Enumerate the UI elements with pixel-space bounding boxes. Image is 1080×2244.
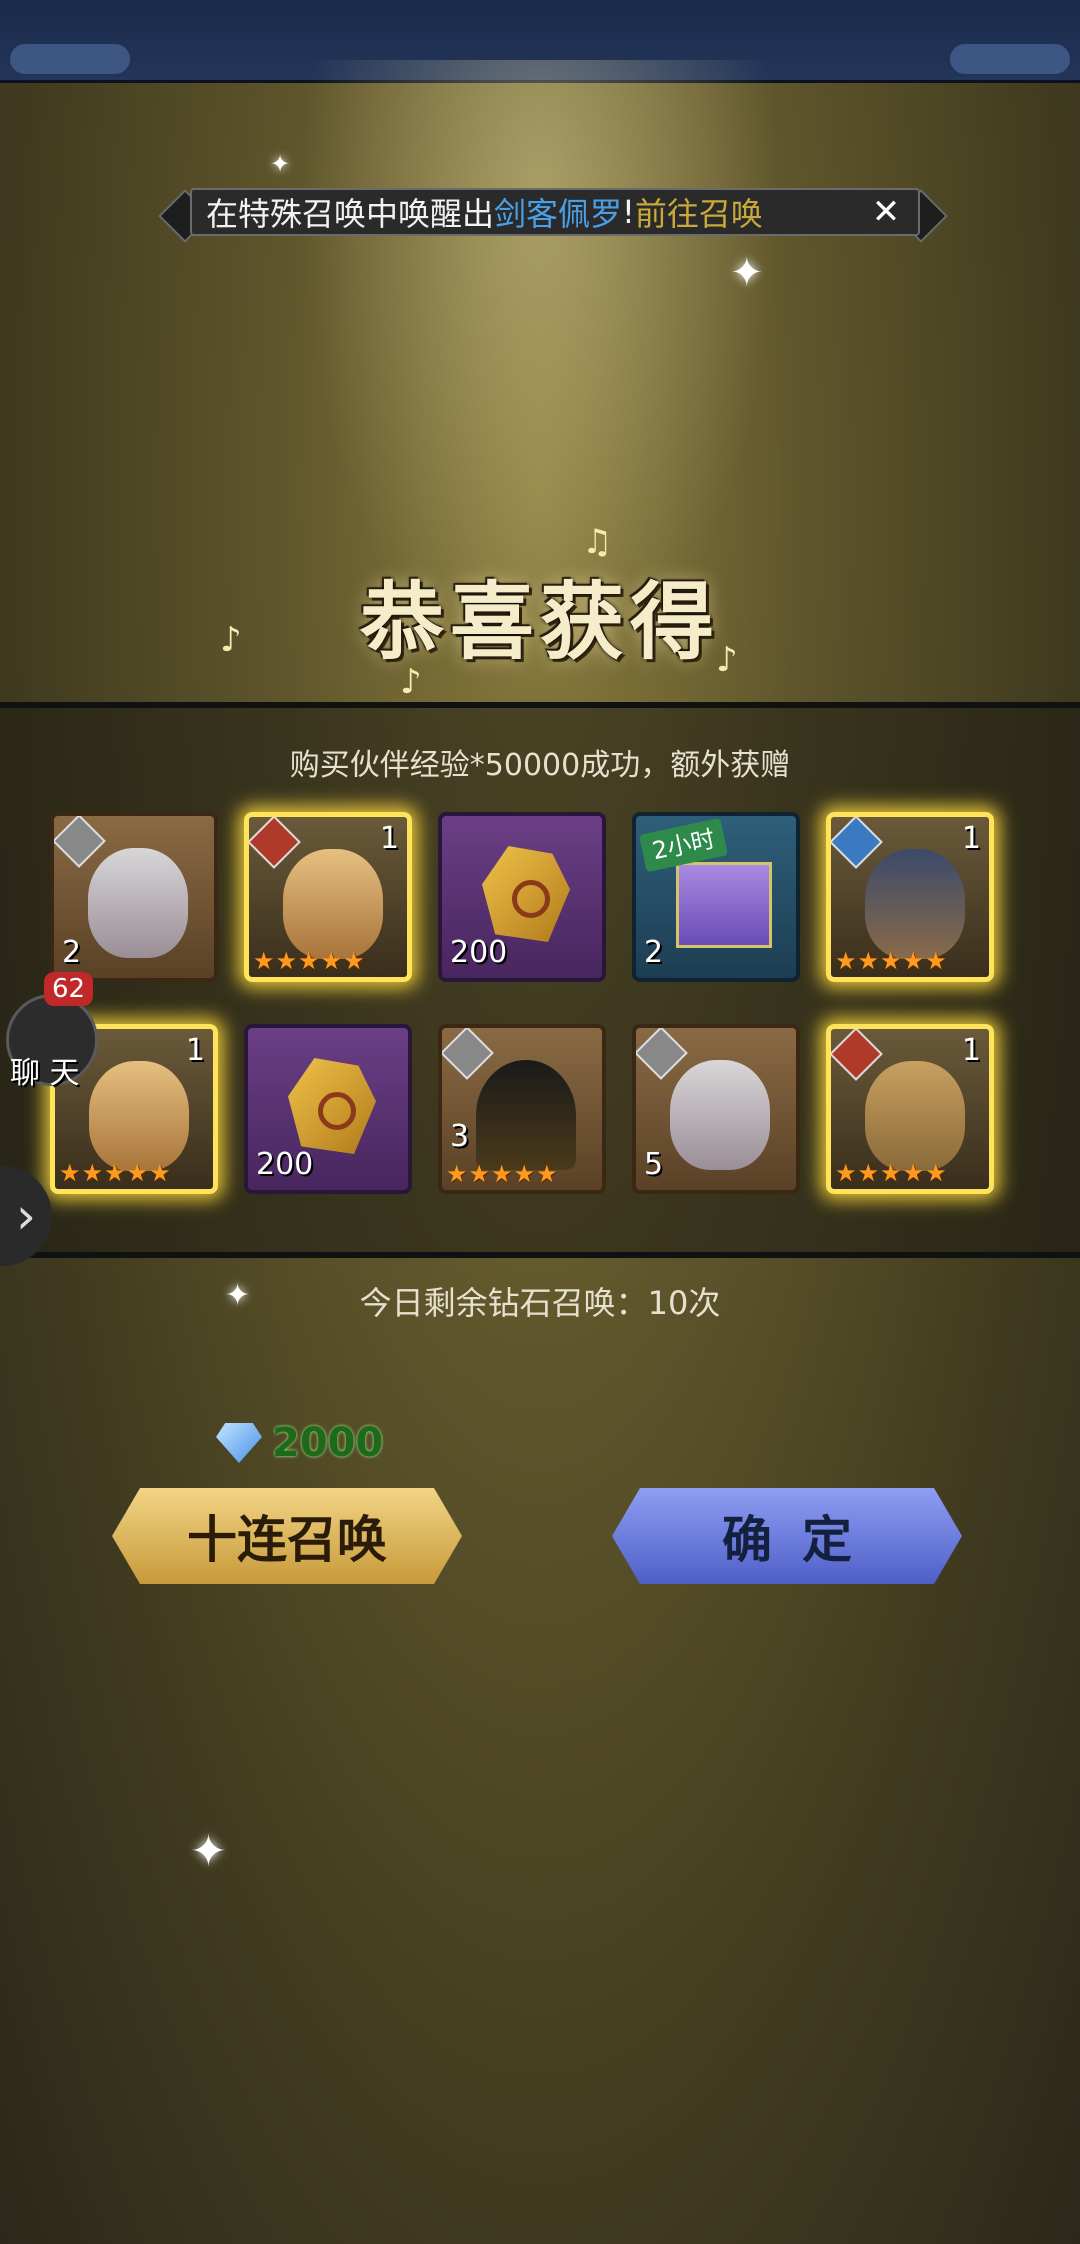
- item-count: 1: [961, 1033, 981, 1068]
- hero-portrait: [89, 1061, 189, 1171]
- ten-summon-button[interactable]: 十连召唤: [112, 1488, 462, 1584]
- notice-exclaim: !: [622, 193, 635, 231]
- star-rating: ★★★★★: [253, 947, 366, 975]
- cost-amount: 2000: [272, 1420, 384, 1466]
- summon-notice-banner[interactable]: 在特殊召唤中唤醒出 剑客佩罗! 前往召唤 ✕: [190, 188, 920, 236]
- ore-icon: [482, 846, 570, 942]
- remaining-summons-text: 今日剩余钻石召唤：10次: [359, 1284, 721, 1322]
- reward-item-hero-fragment[interactable]: 3 ★★★★★: [438, 1024, 606, 1194]
- item-count: 1: [961, 821, 981, 856]
- confirm-button[interactable]: 确定: [612, 1488, 962, 1584]
- star-rating: ★★★★★: [835, 1159, 948, 1187]
- go-summon-link[interactable]: 前往召唤: [635, 189, 763, 235]
- element-neutral-icon: [442, 1028, 494, 1080]
- item-quantity: 200: [256, 1147, 314, 1182]
- ore-icon: [288, 1058, 376, 1154]
- reward-subtitle: 购买伙伴经验*50000成功，额外获赠: [289, 748, 791, 783]
- star-rating: ★★★★★: [59, 1159, 172, 1187]
- reward-item-exp-gift[interactable]: 2小时 2: [632, 812, 800, 982]
- sparkle-icon: ✦: [270, 150, 291, 178]
- sparkle-icon: ✦: [730, 250, 764, 296]
- congrats-title: 恭喜获得: [359, 572, 720, 671]
- chat-button[interactable]: 62 聊 天: [0, 972, 98, 1091]
- hero-portrait: [670, 1060, 770, 1170]
- element-neutral-icon: [636, 1028, 688, 1080]
- reward-item-hero[interactable]: 1 ★★★★★: [826, 1024, 994, 1194]
- item-count: 1: [379, 821, 399, 856]
- reward-item-hero-fragment[interactable]: 5: [632, 1024, 800, 1194]
- summon-cost: 2000: [216, 1420, 383, 1466]
- chat-unread-badge: 62: [44, 972, 94, 1006]
- item-quantity: 2: [644, 935, 664, 970]
- gift-box-icon: [676, 862, 772, 948]
- reward-item-ore[interactable]: 200: [438, 812, 606, 982]
- hero-portrait: [283, 849, 383, 959]
- element-fire-icon: [831, 1029, 883, 1081]
- item-quantity: 200: [450, 935, 508, 970]
- cloud-decoration: [10, 44, 130, 74]
- element-water-icon: [831, 817, 883, 869]
- reward-item-hero[interactable]: 1 ★★★★★: [826, 812, 994, 982]
- notice-hero-name: 剑客佩罗: [494, 195, 623, 233]
- reward-item-hero[interactable]: 1 ★★★★★: [244, 812, 412, 982]
- hero-portrait: [88, 848, 188, 958]
- chat-label: 聊 天: [10, 1056, 80, 1091]
- item-quantity: 2: [62, 935, 82, 970]
- diamond-icon: [216, 1423, 262, 1463]
- star-rating: ★★★★★: [446, 1160, 559, 1188]
- cloud-decoration: [950, 44, 1070, 74]
- star-rating: ★★★★★: [835, 947, 948, 975]
- item-quantity: 3: [450, 1119, 470, 1154]
- element-fire-icon: [249, 817, 301, 869]
- hooded-figure-portrait: [476, 1060, 576, 1170]
- item-quantity: 5: [644, 1147, 664, 1182]
- sparkle-icon: ✦: [190, 1826, 227, 1877]
- element-neutral-icon: [54, 816, 106, 868]
- hero-portrait: [865, 1061, 965, 1171]
- item-count: 1: [185, 1033, 205, 1068]
- hero-portrait: [865, 849, 965, 959]
- notice-prefix: 在特殊召唤中唤醒出: [206, 195, 495, 233]
- reward-item-ore[interactable]: 200: [244, 1024, 412, 1194]
- close-icon[interactable]: ✕: [868, 194, 904, 230]
- reward-item-hero-fragment[interactable]: 2: [50, 812, 218, 982]
